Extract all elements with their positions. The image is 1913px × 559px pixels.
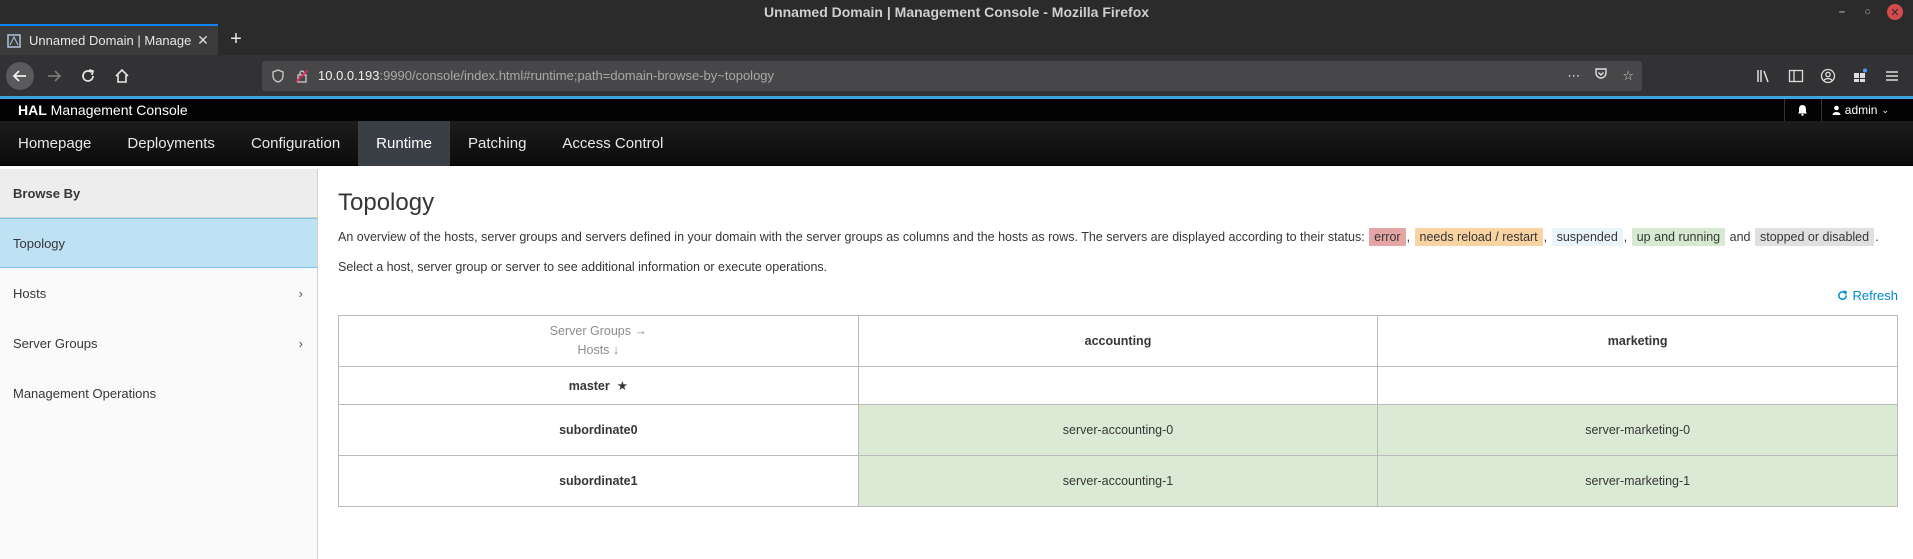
tab-title: Unnamed Domain | Manage (29, 33, 192, 48)
sidebar-toggle-icon[interactable] (1787, 67, 1805, 85)
server-group-marketing[interactable]: marketing (1377, 315, 1898, 367)
browse-by-sidebar: Browse By Topology Hosts › Server Groups… (0, 169, 318, 559)
nav-configuration[interactable]: Configuration (233, 121, 358, 166)
window-titlebar: Unnamed Domain | Management Console - Mo… (0, 0, 1913, 24)
insecure-lock-icon[interactable] (294, 68, 310, 83)
page-actions-icon[interactable]: ⋯ (1567, 68, 1580, 84)
nav-runtime[interactable]: Runtime (358, 121, 451, 166)
sidebar-item-hosts[interactable]: Hosts › (0, 268, 317, 318)
hal-brand[interactable]: HAL Management Console (18, 102, 188, 118)
server-accounting-0[interactable]: server-accounting-0 (857, 404, 1379, 456)
bookmark-star-icon[interactable]: ☆ (1622, 68, 1634, 84)
home-button[interactable] (108, 62, 136, 90)
empty-cell (1377, 366, 1898, 405)
sidebar-item-label: Server Groups (13, 335, 98, 351)
status-label-needs-reload: needs reload / restart (1414, 228, 1543, 246)
pocket-icon[interactable] (1594, 67, 1608, 84)
status-label-running: up and running (1631, 228, 1726, 246)
address-bar[interactable]: 10.0.0.193:9990/console/index.html#runti… (262, 60, 1642, 91)
user-name: admin (1844, 103, 1878, 117)
back-button[interactable] (6, 61, 34, 90)
library-icon[interactable] (1755, 67, 1773, 85)
nav-patching[interactable]: Patching (450, 121, 544, 166)
host-master[interactable]: master ★ (338, 366, 859, 405)
nav-access-control[interactable]: Access Control (544, 121, 681, 166)
server-group-accounting[interactable]: accounting (857, 315, 1379, 367)
status-label-suspended: suspended (1551, 228, 1623, 246)
sidebar-header: Browse By (0, 169, 317, 218)
tab-strip: Unnamed Domain | Manage ✕ + (0, 24, 1913, 55)
hal-header: HAL Management Console admin ⌄ (0, 99, 1913, 121)
topology-table: Server Groups → Hosts ↓ accounting marke… (338, 315, 1898, 507)
host-subordinate0[interactable]: subordinate0 (338, 404, 859, 456)
table-corner-header: Server Groups → Hosts ↓ (338, 315, 859, 367)
notifications-bell-icon[interactable] (1783, 99, 1822, 121)
star-icon: ★ (613, 379, 628, 393)
empty-cell (857, 366, 1379, 405)
chevron-down-icon: ⌄ (1881, 104, 1889, 115)
sidebar-item-label: Hosts (13, 285, 47, 301)
nav-deployments[interactable]: Deployments (109, 121, 233, 166)
server-accounting-1[interactable]: server-accounting-1 (857, 455, 1379, 507)
close-tab-icon[interactable]: ✕ (196, 32, 210, 49)
browser-tab[interactable]: Unnamed Domain | Manage ✕ (0, 24, 218, 55)
url-path: :9990/console/index.html#runtime;path=do… (379, 68, 775, 83)
url-host: 10.0.0.193 (318, 68, 380, 83)
close-window-icon[interactable]: ✕ (1887, 4, 1903, 20)
user-menu[interactable]: admin ⌄ (1822, 103, 1895, 117)
browser-toolbar: 10.0.0.193:9990/console/index.html#runti… (0, 55, 1913, 96)
sidebar-item-topology[interactable]: Topology (0, 218, 317, 268)
status-label-stopped: stopped or disabled (1754, 228, 1875, 246)
favicon-icon (6, 33, 22, 49)
main-content: Topology An overview of the hosts, serve… (338, 169, 1898, 507)
chevron-right-icon: › (298, 335, 303, 351)
extensions-icon[interactable] (1851, 67, 1869, 85)
minimize-icon[interactable]: – (1839, 0, 1845, 24)
nav-homepage[interactable]: Homepage (0, 121, 109, 166)
maximize-icon[interactable]: ○ (1864, 0, 1871, 24)
topology-description: An overview of the hosts, server groups … (338, 228, 1879, 246)
sidebar-item-label: Topology (13, 235, 66, 251)
refresh-button[interactable]: Refresh (1837, 288, 1898, 303)
server-marketing-1[interactable]: server-marketing-1 (1377, 455, 1898, 507)
user-icon (1832, 105, 1841, 115)
host-subordinate1[interactable]: subordinate1 (338, 455, 859, 507)
hal-nav: Homepage Deployments Configuration Runti… (0, 121, 1913, 166)
window-title: Unnamed Domain | Management Console - Mo… (763, 4, 1150, 20)
sidebar-item-server-groups[interactable]: Server Groups › (0, 318, 317, 368)
forward-button[interactable] (40, 62, 68, 90)
menu-icon[interactable] (1883, 67, 1901, 85)
page-title: Topology (338, 189, 435, 216)
sidebar-item-label: Management Operations (13, 385, 157, 401)
topology-hint: Select a host, server group or server to… (338, 260, 828, 274)
shield-icon[interactable] (270, 68, 286, 83)
sidebar-item-management-operations[interactable]: Management Operations (0, 368, 317, 418)
new-tab-button[interactable]: + (218, 24, 254, 55)
account-icon[interactable] (1819, 67, 1837, 85)
refresh-icon (1838, 290, 1848, 300)
chevron-right-icon: › (298, 285, 303, 301)
status-label-error: error (1369, 228, 1406, 246)
reload-button[interactable] (74, 62, 102, 90)
server-marketing-0[interactable]: server-marketing-0 (1377, 404, 1898, 456)
